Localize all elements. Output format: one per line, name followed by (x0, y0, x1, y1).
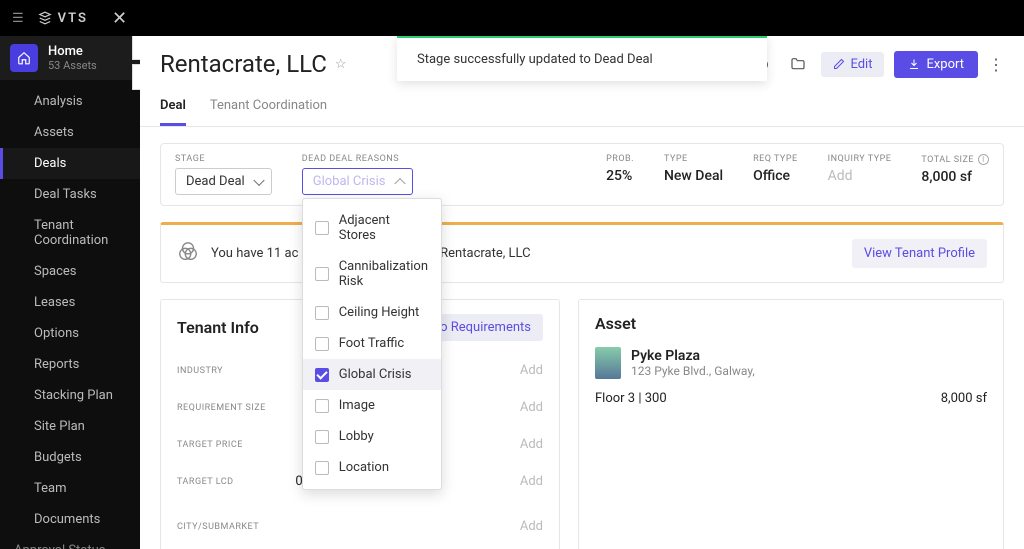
star-icon[interactable]: ☆ (335, 57, 347, 72)
chevron-down-icon[interactable] (132, 64, 140, 90)
req-type-value: Office (753, 168, 798, 184)
home-subtitle: 53 Assets (48, 59, 97, 72)
tenant-banner: You have 11 ac and 1 inactive deal with … (160, 222, 1004, 283)
venn-icon (177, 241, 199, 267)
address-add[interactable]: Add (520, 363, 543, 378)
sidebar-item-site-plan[interactable]: Site Plan (0, 411, 140, 442)
lxd-add[interactable]: Add (520, 474, 543, 489)
page-title: Rentacrate, LLC (160, 50, 327, 78)
home-icon (10, 44, 38, 72)
sidebar-item-documents[interactable]: Documents (0, 504, 140, 535)
chevron-up-icon[interactable] (132, 36, 140, 60)
sidebar-item-deal-tasks[interactable]: Deal Tasks (0, 179, 140, 210)
sidebar-item-approval[interactable]: Approval Status (0, 535, 140, 549)
edit-button[interactable]: Edit (821, 52, 884, 77)
sidebar: Home 53 Assets Analysis Assets Deals Dea… (0, 36, 140, 549)
size-label: TOTAL SIZE (921, 155, 974, 165)
tenant-info-title: Tenant Info (177, 318, 259, 337)
size-value: 8,000 sf (921, 169, 989, 185)
type-value: New Deal (664, 168, 723, 184)
sidebar-item-spaces[interactable]: Spaces (0, 256, 140, 287)
reason-option[interactable]: Image (303, 390, 441, 421)
folder-icon[interactable] (785, 51, 811, 77)
reasons-select[interactable]: Global Crisis (302, 168, 413, 195)
city-label: CITY/SUBMARKET (177, 522, 259, 532)
sidebar-item-budgets[interactable]: Budgets (0, 442, 140, 473)
reason-option[interactable]: Lobby (303, 421, 441, 452)
price-add[interactable]: Add (520, 437, 543, 452)
sidebar-item-tenant-coord[interactable]: Tenant Coordination (0, 210, 140, 256)
asset-title: Asset (595, 314, 636, 333)
target-price-label: TARGET PRICE (177, 440, 243, 450)
sidebar-item-analysis[interactable]: Analysis (0, 86, 140, 117)
sidebar-item-leases[interactable]: Leases (0, 287, 140, 318)
asset-name[interactable]: Pyke Plaza (631, 348, 755, 364)
reason-option[interactable]: Location (303, 452, 441, 483)
stage-select[interactable]: Dead Deal (175, 168, 272, 195)
stage-label: STAGE (175, 154, 272, 164)
tab-tenant-coord[interactable]: Tenant Coordination (210, 88, 327, 126)
inquiry-label: INQUIRY TYPE (828, 154, 892, 164)
tab-deal[interactable]: Deal (160, 88, 186, 126)
reasons-label: DEAD DEAL REASONS (302, 154, 413, 164)
asset-floor: Floor 3 | 300 (595, 391, 667, 406)
asset-thumbnail (595, 347, 621, 379)
close-icon[interactable]: ✕ (112, 8, 127, 29)
sidebar-item-reports[interactable]: Reports (0, 349, 140, 380)
inquiry-add[interactable]: Add (828, 168, 892, 184)
reason-option[interactable]: Cannibalization Risk (303, 251, 441, 297)
export-button[interactable]: Export (894, 51, 978, 78)
sidebar-item-team[interactable]: Team (0, 473, 140, 504)
sidebar-item-deals[interactable]: Deals (0, 148, 140, 179)
reason-option[interactable]: Global Crisis (303, 359, 441, 390)
info-icon[interactable]: i (978, 154, 989, 165)
req-type-label: REQ TYPE (753, 154, 798, 164)
reason-option[interactable]: Ceiling Height (303, 297, 441, 328)
unit-add[interactable]: Add (520, 400, 543, 415)
req-size-label: REQUIREMENT SIZE (177, 403, 266, 413)
toast-notification: Stage successfully updated to Dead Deal (397, 36, 767, 81)
asset-size: 8,000 sf (941, 391, 987, 406)
asset-card: Asset Pyke Plaza 123 Pyke Blvd., Galway,… (578, 299, 1004, 549)
menu-icon[interactable]: ☰ (12, 11, 24, 26)
more-icon[interactable]: ⋮ (988, 55, 1004, 74)
prob-label: PROB. (606, 154, 634, 164)
city-add[interactable]: Add (520, 519, 543, 534)
reasons-dropdown: Adjacent Stores Cannibalization Risk Cei… (302, 198, 442, 490)
brand-logo: VTS (38, 11, 88, 26)
asset-address: 123 Pyke Blvd., Galway, (631, 364, 755, 378)
home-title: Home (48, 44, 97, 59)
sidebar-item-stacking[interactable]: Stacking Plan (0, 380, 140, 411)
reason-option[interactable]: Adjacent Stores (303, 205, 441, 251)
reason-option[interactable]: Foot Traffic (303, 328, 441, 359)
view-tenant-profile-button[interactable]: View Tenant Profile (852, 239, 987, 268)
industry-label: INDUSTRY (177, 366, 223, 376)
sidebar-item-assets[interactable]: Assets (0, 117, 140, 148)
prob-value: 25% (606, 168, 634, 184)
sidebar-home[interactable]: Home 53 Assets (0, 36, 140, 80)
deal-summary: STAGE Dead Deal DEAD DEAL REASONS Global… (160, 143, 1004, 206)
type-label: TYPE (664, 154, 723, 164)
sidebar-item-options[interactable]: Options (0, 318, 140, 349)
target-lcd-label: TARGET LCD (177, 477, 234, 487)
